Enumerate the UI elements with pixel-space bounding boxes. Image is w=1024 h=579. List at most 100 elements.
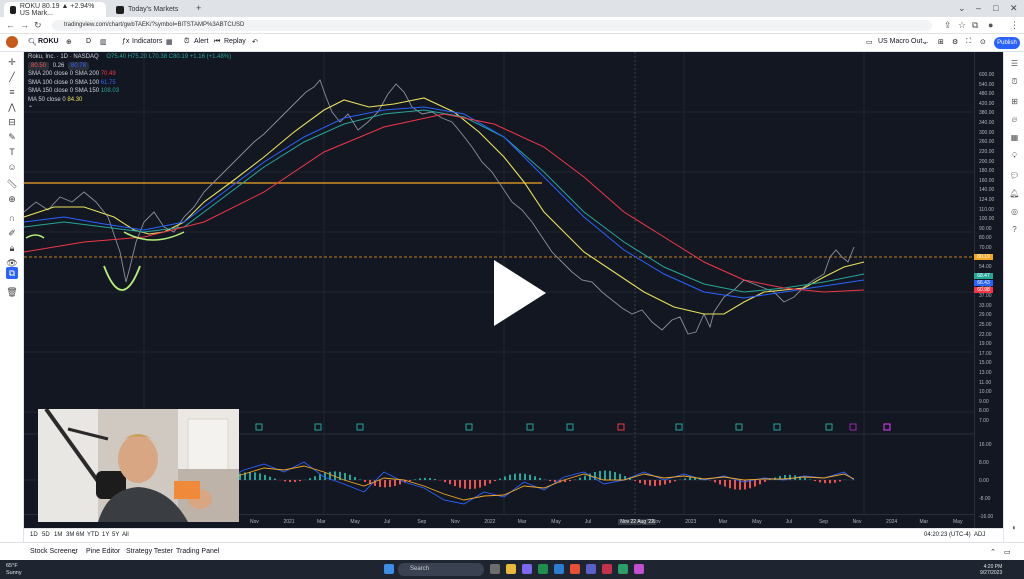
- layout-name[interactable]: US Macro Out...: [878, 38, 928, 45]
- range-3m[interactable]: 3M: [66, 532, 74, 538]
- zoom-in-icon[interactable]: ⊕: [6, 193, 18, 205]
- chart-type-icon[interactable]: ▥: [100, 38, 107, 46]
- pine-editor-tab[interactable]: Pine Editor: [86, 548, 120, 555]
- maximize-panel-icon[interactable]: ▭: [1004, 548, 1011, 556]
- compare-symbol-icon[interactable]: ⊕: [66, 38, 72, 46]
- trading-panel-tab[interactable]: Trading Panel: [176, 548, 219, 555]
- prediction-icon[interactable]: ⊟: [6, 116, 18, 128]
- layout-chevron-icon[interactable]: ⌄: [922, 38, 928, 46]
- system-clock[interactable]: 4:20 PM 9/27/2023: [980, 564, 1002, 576]
- brush-icon[interactable]: ✎: [6, 131, 18, 143]
- ma-row[interactable]: MA 50 close 0 84.30: [28, 96, 231, 105]
- undo-icon[interactable]: ↶: [252, 38, 258, 46]
- event-markers[interactable]: [255, 423, 891, 431]
- lock-icon[interactable]: 🔒︎: [6, 242, 18, 254]
- replay-icon[interactable]: ⏮: [214, 38, 220, 46]
- ideas-icon[interactable]: 💡︎: [1009, 150, 1020, 161]
- file-explorer-icon[interactable]: [506, 564, 516, 574]
- replay-button[interactable]: Replay: [224, 38, 246, 45]
- stay-drawing-icon[interactable]: ✐: [6, 227, 18, 239]
- hotlists-icon[interactable]: 🔥︎: [1009, 114, 1020, 125]
- fullscreen-icon[interactable]: ⛶: [966, 38, 971, 46]
- range-5y[interactable]: 5Y: [112, 532, 119, 538]
- taskbar-search[interactable]: Search: [398, 563, 484, 576]
- forward-arrow-icon[interactable]: →: [20, 20, 29, 30]
- outlook-icon[interactable]: [554, 564, 564, 574]
- new-tab-plus-icon[interactable]: +: [196, 3, 201, 13]
- range-1d[interactable]: 1D: [30, 532, 38, 538]
- bookmark-star-icon[interactable]: ☆: [958, 20, 966, 31]
- help-circle-icon[interactable]: ◐: [1009, 522, 1020, 533]
- alert-button[interactable]: Alert: [194, 38, 208, 45]
- crosshair-icon[interactable]: ✛: [6, 56, 18, 68]
- ma-row[interactable]: SMA 150 close 0 SMA 150 108.03: [28, 87, 231, 96]
- chrome-icon[interactable]: [570, 564, 580, 574]
- strategy-tester-tab[interactable]: Strategy Tester: [126, 548, 173, 555]
- app-icon-3[interactable]: [618, 564, 628, 574]
- interval-selector[interactable]: D: [86, 38, 91, 45]
- symbol-title[interactable]: Roku, Inc. · 1D · NASDAQ: [28, 54, 99, 60]
- video-play-icon[interactable]: [492, 258, 548, 328]
- alert-clock-icon[interactable]: ⏰︎: [184, 38, 189, 46]
- range-1m[interactable]: 1M: [54, 532, 62, 538]
- range-all[interactable]: All: [122, 532, 129, 538]
- publish-button[interactable]: Publish: [994, 37, 1020, 49]
- windows-start-icon[interactable]: [384, 564, 394, 574]
- trash-icon[interactable]: 🗑︎: [6, 286, 18, 298]
- reload-icon[interactable]: ↻: [34, 20, 42, 31]
- chats-icon[interactable]: 💬︎: [1009, 170, 1020, 181]
- text-tool-icon[interactable]: T: [6, 146, 18, 158]
- profile-icon[interactable]: ●: [988, 20, 993, 30]
- browser-menu-icon[interactable]: ⋮: [1010, 20, 1019, 31]
- templates-icon[interactable]: ▦: [166, 38, 173, 46]
- extensions-icon[interactable]: ⧉: [972, 20, 978, 31]
- weather-widget[interactable]: 65°F Sunny: [6, 563, 22, 576]
- adj-toggle[interactable]: ADJ: [974, 532, 985, 538]
- task-view-icon[interactable]: [490, 564, 500, 574]
- teams-icon[interactable]: [522, 564, 532, 574]
- maximize-icon[interactable]: □: [993, 3, 998, 13]
- user-avatar[interactable]: [6, 36, 18, 48]
- symbol-name[interactable]: ROKU: [38, 38, 59, 45]
- trend-line-icon[interactable]: ╱: [6, 71, 18, 83]
- close-window-icon[interactable]: ✕: [1010, 3, 1018, 14]
- streams-icon[interactable]: ◎: [1009, 206, 1020, 217]
- pattern-icon[interactable]: ⋀: [6, 101, 18, 113]
- tab-roku[interactable]: ROKU 80.19 ▲ +2.94% US Mark...: [4, 2, 106, 17]
- screener-chevron-icon[interactable]: ⌄: [72, 548, 78, 556]
- fib-retracement-icon[interactable]: ≡: [6, 86, 18, 98]
- share-icon[interactable]: ⇪: [944, 20, 952, 31]
- minimize-icon[interactable]: –: [976, 3, 981, 13]
- emoji-icon[interactable]: ☺: [6, 161, 18, 173]
- app-icon-4[interactable]: [634, 564, 644, 574]
- url-field[interactable]: tradingview.com/chart/gwbTAEK/?symbol=BI…: [52, 20, 932, 31]
- calendar-icon[interactable]: ▦: [1009, 132, 1020, 143]
- collapse-legend-icon[interactable]: ⌃: [28, 105, 231, 114]
- watchlist-icon[interactable]: ☰: [1009, 58, 1020, 69]
- range-6m[interactable]: 6M: [76, 532, 84, 538]
- excel-icon[interactable]: [538, 564, 548, 574]
- data-window-icon[interactable]: ⊞: [1009, 96, 1020, 107]
- range-5d[interactable]: 5D: [42, 532, 50, 538]
- notifications-icon[interactable]: 🔔︎: [1009, 188, 1020, 199]
- range-ytd[interactable]: YTD: [87, 532, 99, 538]
- ma-row[interactable]: SMA 100 close 0 SMA 100 61.75: [28, 79, 231, 88]
- magnet-icon[interactable]: ∩: [6, 212, 18, 224]
- app-icon-2[interactable]: [602, 564, 612, 574]
- indicators-button[interactable]: Indicators: [132, 38, 162, 45]
- chevron-down-icon[interactable]: ⌄: [958, 3, 966, 14]
- alerts-icon[interactable]: ⏰︎: [1009, 76, 1020, 87]
- stock-screener-tab[interactable]: Stock Screener: [30, 548, 78, 555]
- ask-price[interactable]: 80.78: [68, 61, 90, 71]
- camera-snapshot-icon[interactable]: ⊙: [980, 38, 986, 46]
- settings-gear-icon[interactable]: ⚙: [952, 38, 958, 46]
- range-1y[interactable]: 1Y: [102, 532, 109, 538]
- bid-price[interactable]: 80.50: [28, 61, 50, 71]
- indicators-icon[interactable]: ƒx: [122, 38, 129, 45]
- back-arrow-icon[interactable]: ←: [6, 20, 15, 30]
- ruler-icon[interactable]: 📏︎: [6, 178, 18, 190]
- ma-row[interactable]: SMA 200 close 0 SMA 200 70.49: [28, 70, 231, 79]
- timestamp[interactable]: 04:20:23 (UTC-4): [924, 532, 971, 538]
- symbol-search-icon[interactable]: 🔍︎: [28, 38, 37, 46]
- tab-todays-markets[interactable]: Today's Markets: [110, 2, 190, 17]
